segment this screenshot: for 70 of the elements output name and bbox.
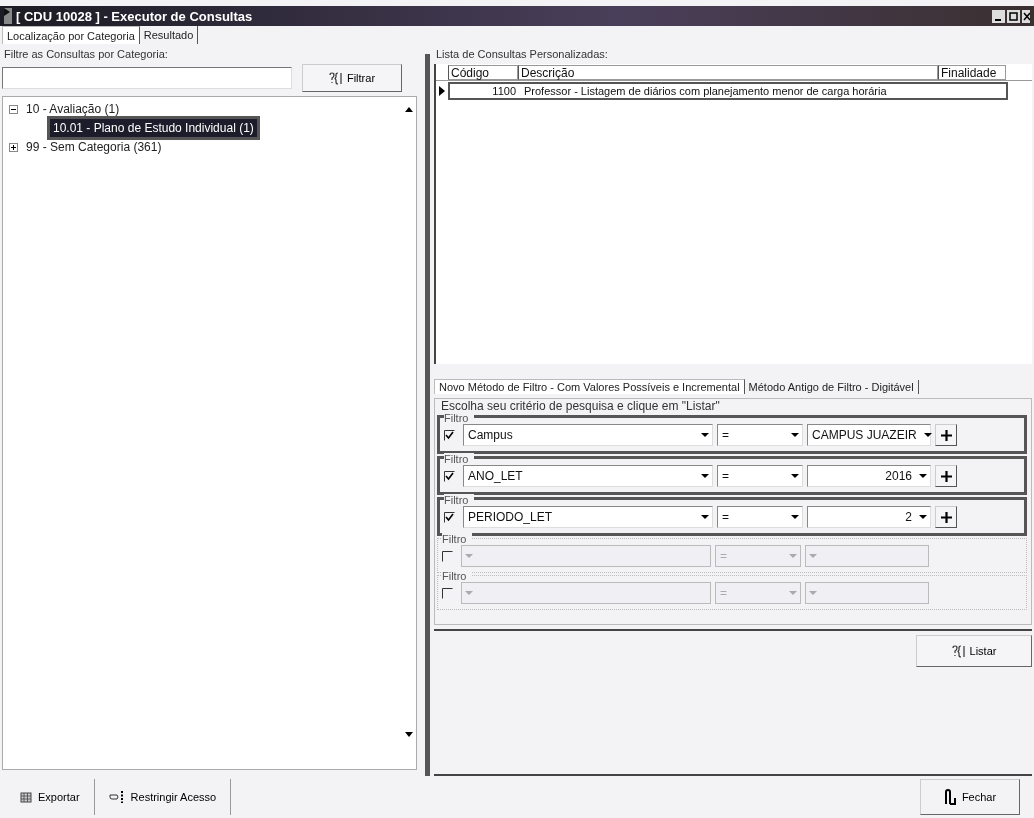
- app-icon: [4, 8, 12, 24]
- tree-item[interactable]: 10 - Avaliação (1): [26, 102, 120, 116]
- scroll-down-icon: [404, 731, 414, 739]
- operator-value: =: [719, 586, 728, 600]
- table-cell-text: 1100: [491, 85, 517, 97]
- checkbox[interactable]: [444, 429, 455, 441]
- group-label: Filtre as Consultas por Categoria:: [3, 47, 169, 62]
- field-dropdown[interactable]: [461, 582, 711, 604]
- field-dropdown[interactable]: PERIODO_LET: [463, 506, 713, 528]
- add-button[interactable]: [935, 506, 957, 528]
- operator-value: =: [721, 469, 730, 483]
- field-dropdown[interactable]: Campus: [463, 424, 713, 446]
- filter-value: CAMPUS JUAZEIR: [811, 428, 918, 442]
- value-dropdown[interactable]: CAMPUS JUAZEIR: [807, 424, 931, 446]
- window-title: [ CDU 10028 ] - Executor de Consultas: [16, 8, 254, 24]
- restrict-access-button[interactable]: Restringir Acesso: [94, 779, 232, 815]
- column-header[interactable]: Finalidade: [938, 64, 1006, 80]
- checkbox[interactable]: [442, 550, 453, 562]
- field-dropdown[interactable]: [461, 545, 711, 567]
- tab[interactable]: Localização por Categoria: [2, 26, 140, 44]
- operator-dropdown[interactable]: =: [717, 424, 803, 446]
- operator-value: =: [719, 549, 728, 563]
- query-icon: [951, 644, 966, 658]
- list-label: Lista de Consultas Personalizadas:: [435, 47, 609, 62]
- close-icon[interactable]: [1022, 9, 1030, 23]
- value-dropdown[interactable]: 2016: [807, 465, 931, 487]
- column-header[interactable]: Descrição: [518, 64, 938, 80]
- filter-label: Filtro: [442, 533, 472, 545]
- table-row[interactable]: 1100 Professor - Listagem de diários com planejamento menor de carga horária: [448, 82, 1008, 100]
- operator-dropdown[interactable]: =: [717, 465, 803, 487]
- list-button[interactable]: Listar: [916, 635, 1032, 667]
- field-value: Campus: [467, 428, 514, 442]
- criteria-label: Escolha seu critério de pesquisa e clique em "Listar": [441, 399, 720, 413]
- checkbox[interactable]: [444, 511, 455, 523]
- filter-value: 2016: [884, 469, 913, 483]
- maximize-icon[interactable]: [1007, 9, 1020, 23]
- filter-label: Filtro: [442, 570, 472, 582]
- tab[interactable]: Novo Método de Filtro - Com Valores Possíveis e Incremental: [434, 379, 745, 394]
- filter-button[interactable]: Filtrar: [302, 64, 402, 92]
- operator-dropdown[interactable]: =: [717, 506, 803, 528]
- plus-icon: [940, 470, 952, 482]
- checkbox[interactable]: [444, 470, 455, 482]
- field-value: ANO_LET: [467, 469, 524, 483]
- table-cell-text: Professor - Listagem de diários com planejamento menor de carga horária: [523, 85, 888, 97]
- filter-value: 2: [904, 510, 913, 524]
- add-button[interactable]: [935, 424, 957, 446]
- close-button[interactable]: Fechar: [920, 779, 1020, 815]
- operator-value: =: [721, 428, 730, 442]
- field-dropdown[interactable]: ANO_LET: [463, 465, 713, 487]
- column-header[interactable]: Código: [448, 64, 518, 80]
- value-dropdown[interactable]: 2: [807, 506, 931, 528]
- tree-item[interactable]: 99 - Sem Categoria (361): [26, 140, 162, 154]
- plus-icon: [940, 429, 952, 441]
- field-value: PERIODO_LET: [467, 510, 554, 524]
- filter-label: Filtro: [444, 494, 474, 506]
- scroll-up-icon: [404, 105, 414, 113]
- minimize-icon[interactable]: [992, 9, 1005, 23]
- expander-icon[interactable]: [9, 104, 18, 114]
- spreadsheet-icon: [20, 791, 32, 803]
- checkbox[interactable]: [442, 587, 453, 599]
- filter-label: Filtro: [444, 412, 474, 424]
- search-field[interactable]: [2, 67, 292, 89]
- filter-label: Filtro: [444, 453, 474, 465]
- operator-value: =: [721, 510, 730, 524]
- add-button[interactable]: [935, 465, 957, 487]
- export-button[interactable]: Exportar: [6, 779, 95, 815]
- query-icon: [328, 71, 343, 85]
- plus-icon: [940, 511, 952, 523]
- expander-icon[interactable]: [9, 142, 18, 152]
- tree-item[interactable]: 10.01 - Plano de Estudo Individual (1): [47, 116, 260, 140]
